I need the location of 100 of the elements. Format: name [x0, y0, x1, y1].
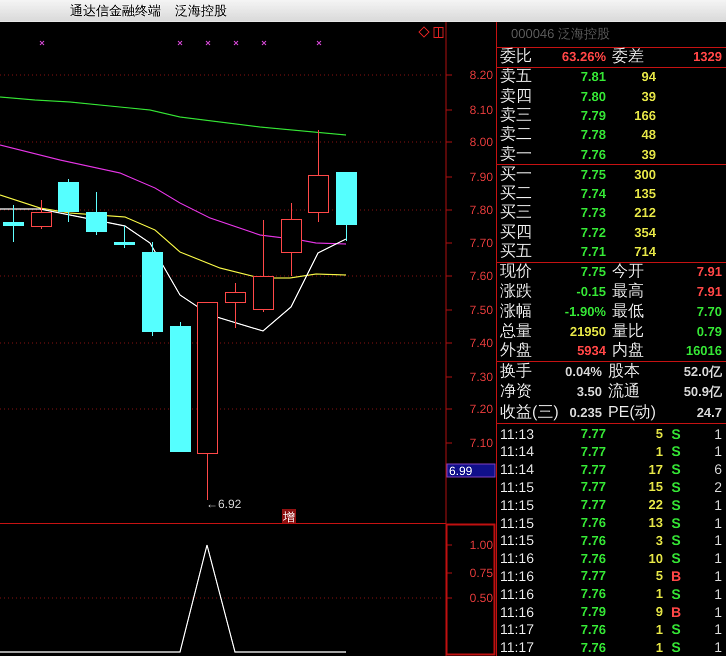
tick-price: 7.76: [580, 622, 606, 637]
cross-marker-icon: [39, 40, 45, 46]
tick-volume: 9: [654, 604, 663, 619]
tick-side: S: [670, 532, 682, 548]
order-price: 7.73: [580, 205, 606, 222]
tick-price: 7.76: [580, 586, 606, 602]
order-volume: 354: [633, 224, 656, 241]
price-axis-label: 8.10: [470, 103, 493, 117]
tick-time: 11:14: [500, 461, 535, 478]
order-price: 7.75: [580, 166, 606, 183]
cross-marker-icon: [177, 40, 183, 46]
candlestick: [3, 204, 24, 242]
order-level-label: 卖三: [500, 108, 533, 124]
quote-label: 量比: [611, 324, 645, 340]
order-level-label: 买二: [500, 186, 533, 202]
quote-value: 3.50: [576, 384, 602, 400]
quote-value: 52.0亿: [682, 364, 722, 380]
tick-side: S: [670, 478, 682, 495]
price-axis-label: 7.30: [470, 370, 493, 384]
order-level-label: 卖四: [500, 88, 533, 105]
order-volume: 166: [633, 108, 656, 124]
order-price: 7.78: [580, 127, 606, 144]
quote-value: 7.70: [696, 304, 722, 320]
quote-label: PE(动): [607, 404, 657, 421]
order-level-label: 买三: [500, 205, 533, 222]
tick-time: 11:16: [500, 604, 535, 620]
quote-label: 今开: [611, 264, 645, 280]
tick-price: 7.76: [580, 640, 606, 655]
order-price: 7.81: [580, 69, 606, 86]
tick-count: 1: [713, 639, 722, 656]
order-price: 7.79: [580, 108, 606, 124]
tick-count: 6: [713, 461, 722, 478]
tick-side: S: [670, 461, 682, 478]
order-level-label: 卖一: [500, 146, 533, 163]
quote-value: -1.90%: [564, 304, 606, 320]
quote-value: 63.26%: [560, 49, 606, 66]
quote-value: 24.7: [696, 404, 722, 421]
quote-label: 现价: [500, 264, 533, 280]
tick-count: 1: [713, 604, 722, 620]
order-level-label: 卖五: [500, 69, 533, 86]
order-volume: 39: [640, 88, 656, 105]
tick-volume: 1: [654, 622, 663, 637]
quote-label: 涨跌: [500, 284, 533, 300]
tick-count: 1: [713, 496, 722, 513]
price-axis-label: 7.50: [470, 303, 493, 317]
order-volume: 135: [633, 186, 656, 202]
cross-marker-icon: [205, 40, 211, 46]
tick-volume: 22: [648, 497, 663, 512]
tick-time: 11:15: [500, 532, 535, 548]
order-level-label: 买五: [500, 244, 533, 260]
tick-side: S: [670, 426, 682, 442]
tick-side: S: [670, 639, 682, 656]
tick-time: 11:13: [500, 426, 535, 442]
price-axis-label: 7.10: [470, 436, 493, 450]
price-axis-label: 7.60: [470, 269, 493, 283]
tick-side: S: [670, 496, 682, 513]
quote-label: 涨幅: [500, 304, 533, 320]
tick-volume: 10: [648, 550, 663, 566]
cross-marker-icon: [316, 40, 322, 46]
tick-side: S: [670, 586, 682, 602]
price-axis-label: 7.40: [470, 336, 493, 350]
order-level-label: 买一: [500, 166, 533, 183]
tick-volume: 13: [648, 515, 663, 530]
quote-value: 21950: [568, 324, 606, 340]
panel-icon[interactable]: [434, 27, 444, 38]
order-volume: 714: [633, 244, 656, 260]
quote-value: 0.235: [568, 404, 602, 421]
price-axis-label: 7.70: [470, 236, 493, 250]
quote-label: 委比: [500, 49, 533, 66]
cross-marker-icon: [233, 40, 239, 46]
tick-price: 7.77: [580, 444, 606, 459]
candlestick: [114, 226, 135, 248]
tick-price: 7.79: [580, 604, 606, 619]
quote-value: 0.79: [696, 324, 722, 340]
tick-time: 11:15: [500, 496, 535, 513]
quote-label: 收益(三): [500, 404, 558, 421]
window-title: 通达信金融终端: [70, 2, 161, 20]
tick-price: 7.76: [580, 532, 606, 548]
tick-price: 7.77: [580, 479, 606, 494]
diamond-icon[interactable]: [418, 26, 430, 38]
indicator-axis-label: 0.50: [470, 591, 493, 605]
candlestick: [31, 200, 52, 230]
cross-marker-icon: [261, 40, 267, 46]
order-volume: 212: [633, 205, 656, 222]
tick-count: 1: [713, 532, 722, 548]
quote-value: 5934: [576, 343, 606, 360]
quote-label: 净资: [500, 384, 533, 400]
candlestick: [336, 172, 357, 242]
order-volume: 300: [633, 166, 656, 183]
quote-label: 流通: [607, 384, 641, 400]
quote-value: 1329: [692, 49, 722, 66]
tick-price: 7.77: [580, 426, 606, 442]
tick-volume: 3: [654, 532, 663, 548]
order-level-label: 买四: [500, 224, 533, 241]
stock-header: 000046 泛海控股: [497, 22, 726, 48]
tick-time: 11:17: [500, 639, 535, 656]
tick-volume: 15: [648, 479, 663, 494]
price-axis-label: 7.80: [470, 203, 493, 217]
order-volume: 39: [640, 146, 656, 163]
order-level-label: 卖二: [500, 127, 533, 144]
